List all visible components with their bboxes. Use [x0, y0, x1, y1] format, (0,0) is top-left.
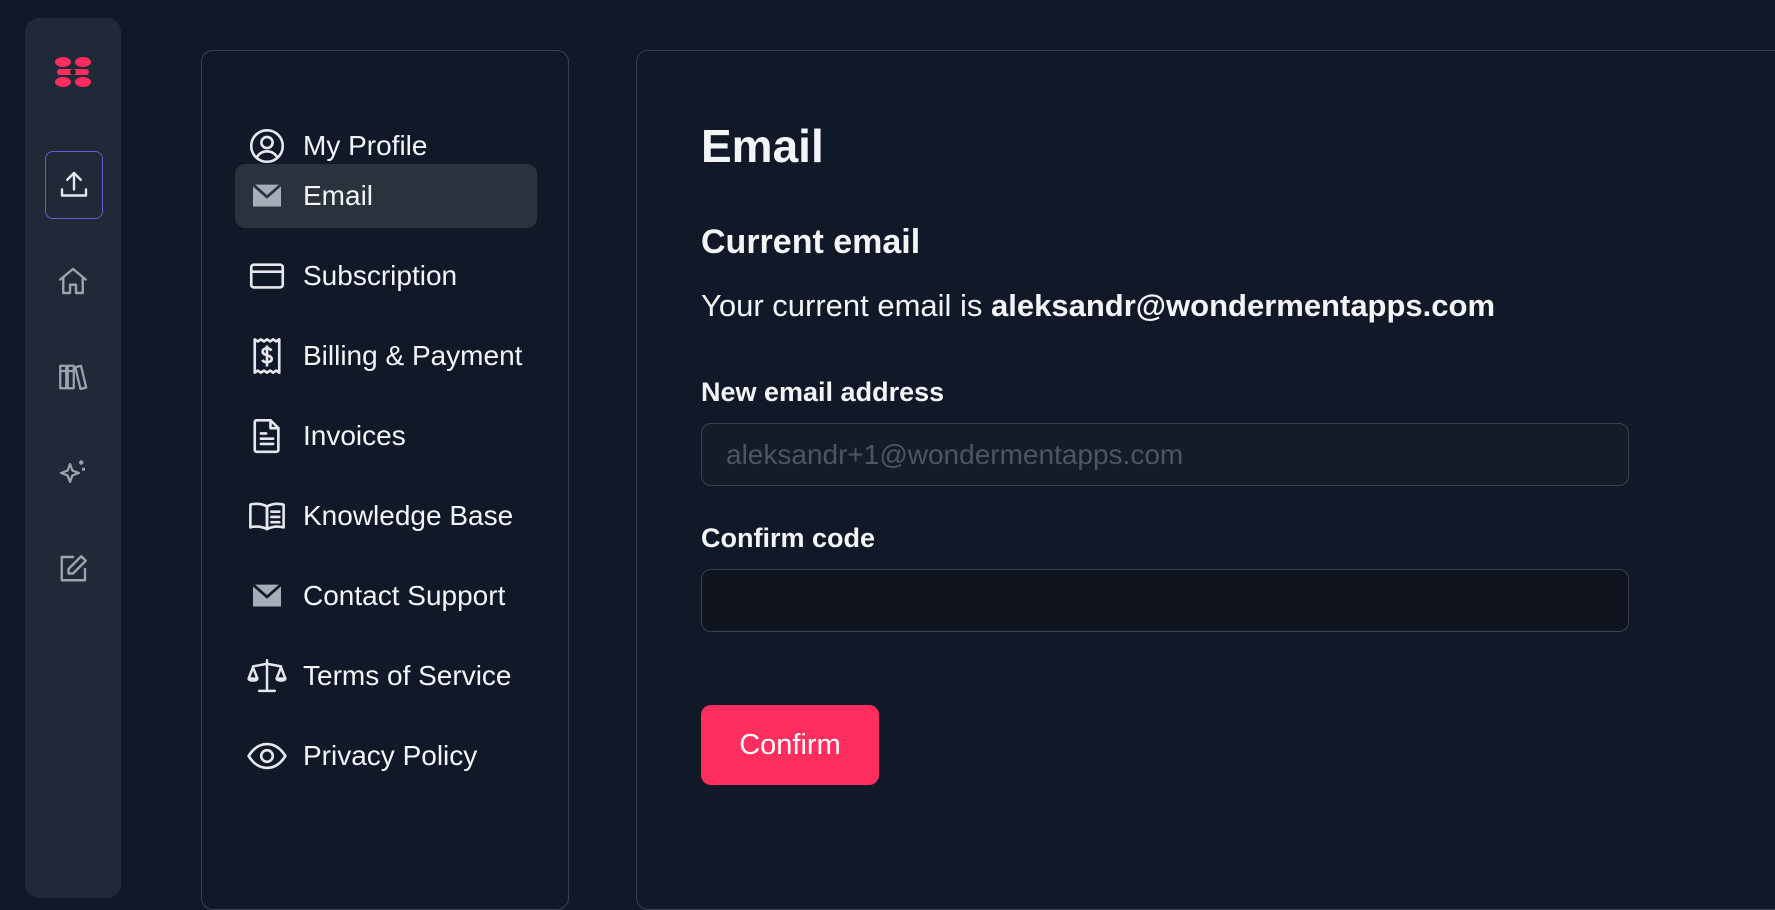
menu-item-email[interactable]: Email: [235, 164, 537, 228]
menu-item-privacy-policy[interactable]: Privacy Policy: [235, 724, 537, 788]
menu-item-label: Email: [303, 180, 374, 211]
menu-item-label: Billing & Payment: [303, 340, 523, 371]
menu-item-invoices[interactable]: Invoices: [235, 404, 537, 468]
menu-item-label: Subscription: [303, 260, 458, 291]
confirm-button[interactable]: Confirm: [701, 705, 879, 785]
settings-menu: My Profile Email Subscription Billing & …: [201, 50, 569, 910]
menu-item-label: Contact Support: [303, 580, 506, 611]
credit-card-icon: [245, 254, 289, 298]
menu-item-label: Privacy Policy: [303, 740, 478, 771]
ai-button[interactable]: [45, 440, 101, 506]
brand-logo-icon[interactable]: [51, 50, 95, 94]
upload-icon: [60, 171, 88, 197]
current-email-text: Your current email is aleksandr@wonderme…: [701, 288, 1495, 324]
upload-button[interactable]: [45, 151, 103, 219]
current-email-value: aleksandr@wondermentapps.com: [991, 288, 1496, 323]
sparkles-icon: [59, 460, 85, 484]
menu-item-subscription[interactable]: Subscription: [235, 244, 537, 308]
new-email-label: New email address: [701, 377, 945, 407]
menu-item-label: Invoices: [303, 420, 406, 451]
library-icon: [59, 364, 88, 391]
menu-item-contact-support[interactable]: Contact Support: [235, 564, 537, 628]
scale-icon: [245, 654, 289, 698]
document-icon: [245, 414, 289, 458]
user-circle-icon: [245, 124, 289, 168]
menu-item-label: Terms of Service: [303, 660, 512, 691]
page-title: Email: [701, 120, 824, 172]
edit-icon: [60, 555, 87, 582]
library-button[interactable]: [45, 344, 101, 410]
menu-item-label: My Profile: [303, 130, 428, 161]
current-email-heading: Current email: [701, 223, 921, 261]
edit-button[interactable]: [45, 536, 101, 602]
confirm-code-input[interactable]: [701, 569, 1629, 632]
email-settings-panel: Email Current email Your current email i…: [636, 50, 1775, 910]
receipt-icon: [245, 334, 289, 378]
menu-item-terms-of-service[interactable]: Terms of Service: [235, 644, 537, 708]
new-email-input[interactable]: [701, 423, 1629, 486]
envelope-icon: [245, 174, 289, 218]
home-button[interactable]: [45, 248, 101, 314]
confirm-code-label: Confirm code: [701, 523, 876, 553]
eye-icon: [245, 734, 289, 778]
menu-item-billing-payment[interactable]: Billing & Payment: [235, 324, 537, 388]
menu-item-label: Knowledge Base: [303, 500, 514, 531]
envelope-icon: [245, 574, 289, 618]
home-icon: [59, 267, 87, 295]
book-open-icon: [245, 494, 289, 538]
current-email-prefix: Your current email is: [701, 288, 992, 323]
icon-rail: [25, 18, 121, 898]
menu-item-knowledge-base[interactable]: Knowledge Base: [235, 484, 537, 548]
